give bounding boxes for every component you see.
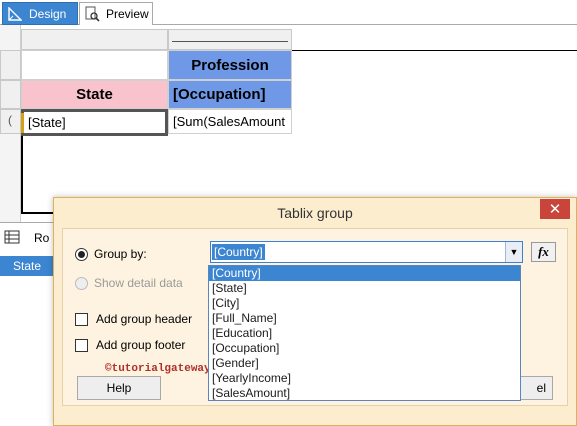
row-groups-toolbar: Ro: [0, 227, 60, 249]
help-button-label: Help: [106, 381, 132, 395]
dropdown-option-sales-amount[interactable]: [SalesAmount]: [209, 386, 520, 401]
dropdown-option-yearly-income[interactable]: [YearlyIncome]: [209, 371, 520, 386]
dropdown-option-state[interactable]: [State]: [209, 281, 520, 296]
tab-design-label: Design: [29, 6, 67, 21]
data-field-text: [Sum(SalesAmount: [173, 114, 285, 129]
radio-empty-icon: [75, 276, 88, 290]
expression-button[interactable]: fx: [531, 242, 556, 262]
show-detail-label: Show detail data: [94, 276, 183, 290]
report-body-top-line: [292, 50, 577, 51]
dialog-title: Tablix group: [277, 205, 353, 221]
row-group-item-label: State: [13, 259, 42, 273]
row-group-header-cell[interactable]: State: [21, 80, 168, 109]
column-handle-1[interactable]: [21, 29, 168, 50]
row-handle-1[interactable]: [0, 50, 21, 80]
design-surface: Profession State [Occupation] [State] [S…: [0, 25, 577, 222]
row-groups-title: Ro: [34, 231, 50, 245]
row-field-text: [State]: [28, 115, 66, 130]
fx-icon: fx: [538, 244, 549, 259]
group-by-dropdown-list: [Country] [State] [City] [Full_Name] [Ed…: [208, 265, 521, 401]
column-group-header-text: Profession: [191, 56, 269, 74]
radio-selected-icon: [75, 247, 88, 261]
column-group-header-cell[interactable]: Profession: [168, 50, 292, 80]
tab-preview-label: Preview: [106, 7, 149, 21]
dropdown-option-occupation[interactable]: [Occupation]: [209, 341, 520, 356]
group-by-select[interactable]: [Country] ▼: [210, 241, 523, 263]
cancel-button-label: el: [536, 381, 546, 395]
add-group-header-checkbox[interactable]: Add group header: [75, 312, 192, 326]
show-detail-radio[interactable]: Show detail data: [75, 276, 183, 290]
column-handle-2[interactable]: [168, 29, 292, 50]
close-icon: ✕: [548, 201, 562, 218]
add-group-footer-checkbox[interactable]: Add group footer: [75, 338, 185, 352]
row-handle-2[interactable]: [0, 80, 21, 109]
column-group-bracket: [172, 41, 288, 42]
dropdown-option-gender[interactable]: [Gender]: [209, 356, 520, 371]
checkbox-empty-icon: [75, 312, 88, 326]
dropdown-option-country[interactable]: [Country]: [209, 266, 520, 281]
design-icon: [7, 6, 23, 22]
add-group-header-label: Add group header: [96, 312, 193, 326]
row-group-item-state[interactable]: State: [0, 256, 54, 276]
row-field-cell[interactable]: [State]: [21, 109, 168, 136]
corner-cell[interactable]: [21, 50, 168, 80]
preview-icon: [84, 6, 100, 22]
add-group-footer-label: Add group footer: [96, 338, 186, 352]
row-group-header-text: State: [76, 86, 113, 103]
column-field-cell[interactable]: [Occupation]: [168, 80, 292, 109]
chevron-down-icon[interactable]: ▼: [505, 242, 522, 262]
data-field-cell[interactable]: [Sum(SalesAmount: [168, 109, 292, 134]
selection-marker: [21, 113, 24, 133]
tab-preview[interactable]: Preview: [79, 2, 153, 26]
group-by-radio[interactable]: Group by:: [75, 247, 147, 261]
tab-design[interactable]: Design: [2, 2, 78, 25]
row-group-marker: (: [8, 113, 12, 127]
dropdown-option-education[interactable]: [Education]: [209, 326, 520, 341]
group-by-selected-value: [Country]: [212, 244, 265, 260]
group-by-label: Group by:: [94, 247, 147, 261]
view-tabstrip: Design Preview: [0, 0, 577, 26]
help-button[interactable]: Help: [77, 376, 161, 400]
close-button[interactable]: ✕: [540, 199, 570, 219]
dropdown-option-full-name[interactable]: [Full_Name]: [209, 311, 520, 326]
column-field-text: [Occupation]: [173, 86, 266, 103]
dropdown-option-city[interactable]: [City]: [209, 296, 520, 311]
checkbox-empty-icon: [75, 338, 88, 352]
row-groups-icon: [4, 230, 20, 247]
